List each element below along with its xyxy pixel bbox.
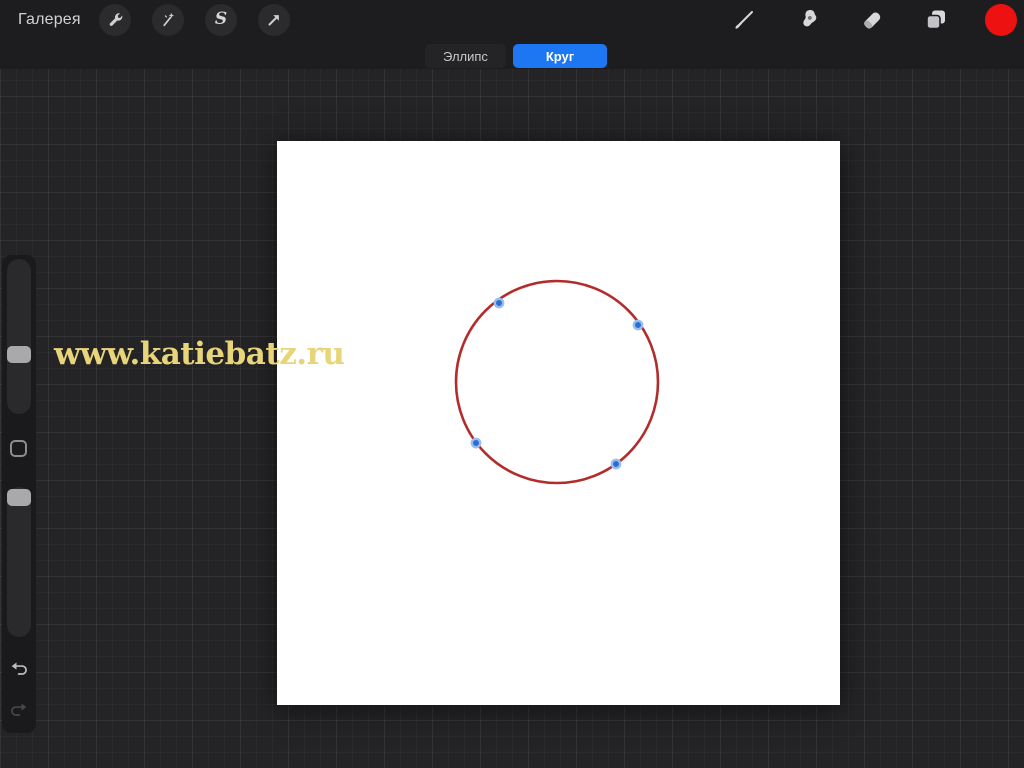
color-swatch-icon (985, 4, 1017, 36)
undo-button[interactable] (7, 659, 31, 683)
undo-icon (9, 659, 29, 684)
drawn-circle[interactable] (454, 279, 660, 485)
transform-button[interactable] (258, 4, 290, 36)
quickshape-drawing (454, 279, 660, 485)
quickshape-circle-button[interactable]: Круг (513, 44, 607, 68)
color-swatch-button[interactable] (985, 4, 1017, 36)
brush-tool-button[interactable] (728, 4, 760, 36)
brush-size-slider-handle[interactable] (7, 346, 31, 363)
smudge-icon (795, 7, 821, 33)
modify-button[interactable] (10, 440, 27, 457)
selection-button[interactable]: S (205, 4, 237, 36)
opacity-slider[interactable] (7, 487, 31, 637)
gallery-button[interactable]: Галерея (18, 11, 81, 29)
layers-tool-button[interactable] (920, 4, 952, 36)
wrench-icon (106, 11, 124, 29)
eraser-tool-button[interactable] (856, 4, 888, 36)
snap-point[interactable] (610, 458, 622, 470)
sidebar (2, 255, 36, 733)
redo-button[interactable] (7, 700, 31, 724)
paintbrush-icon (731, 7, 757, 33)
snap-point[interactable] (470, 437, 482, 449)
top-toolbar: Галерея S Эллипс Круг (0, 0, 1024, 69)
snap-point[interactable] (493, 297, 505, 309)
eraser-icon (859, 7, 885, 33)
layers-icon (923, 7, 949, 33)
redo-icon (9, 700, 29, 725)
magic-wand-icon (159, 11, 177, 29)
smudge-tool-button[interactable] (792, 4, 824, 36)
app-screen: Галерея S Эллипс Круг www.katiebatz.ru (0, 0, 1024, 768)
brush-size-slider[interactable] (7, 259, 31, 414)
drawing-canvas[interactable] (277, 141, 840, 705)
opacity-slider-handle[interactable] (7, 489, 31, 506)
actions-button[interactable] (99, 4, 131, 36)
adjustments-button[interactable] (152, 4, 184, 36)
quickshape-ellipse-button[interactable]: Эллипс (425, 44, 506, 68)
snap-point[interactable] (632, 319, 644, 331)
transform-arrow-icon (265, 11, 283, 29)
active-color (985, 4, 1017, 36)
selection-s-icon: S (214, 9, 228, 29)
